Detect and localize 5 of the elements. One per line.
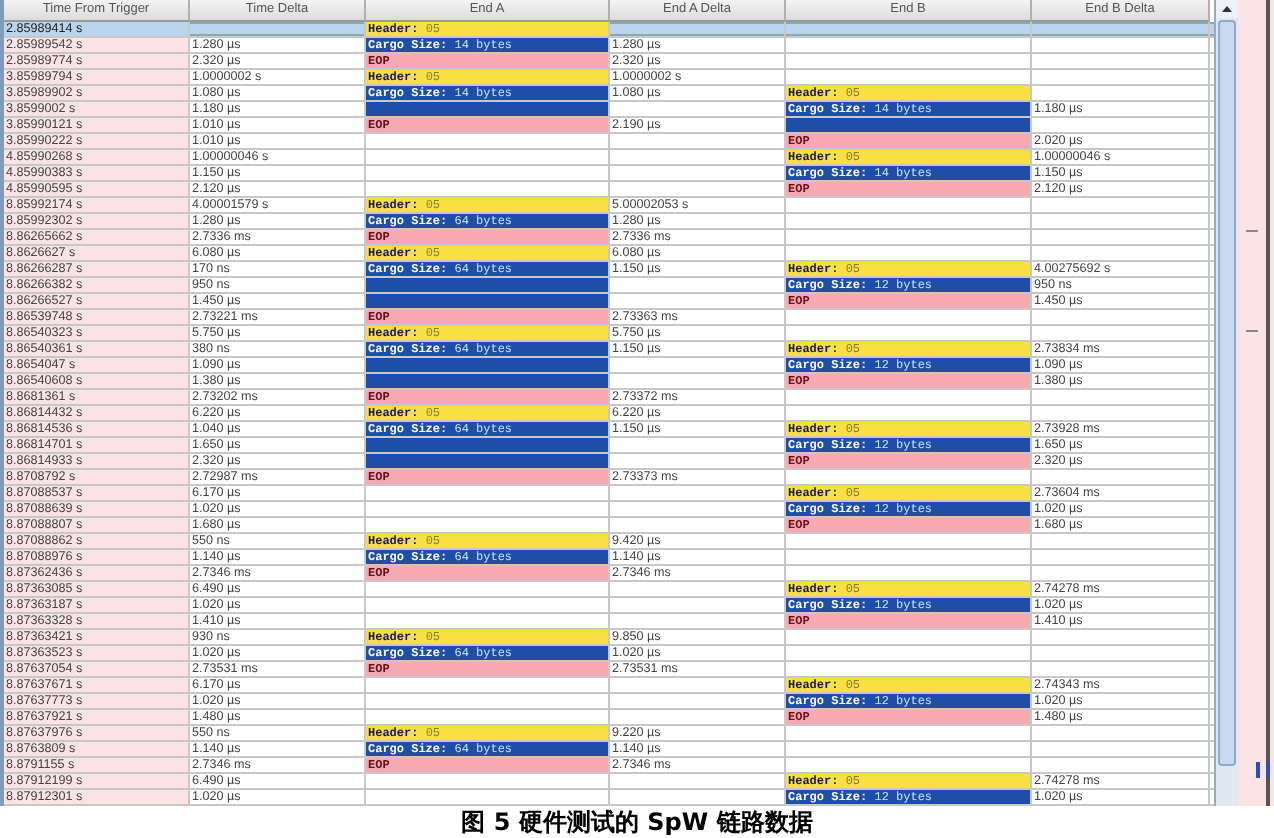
scrollbar[interactable] [1214, 0, 1238, 806]
scroll-thumb[interactable] [1218, 20, 1236, 766]
marker-icon [1254, 760, 1274, 780]
figure-caption: 图 5 硬件测试的 SpW 链路数据 [459, 806, 815, 838]
scroll-up-icon[interactable] [1216, 0, 1238, 18]
